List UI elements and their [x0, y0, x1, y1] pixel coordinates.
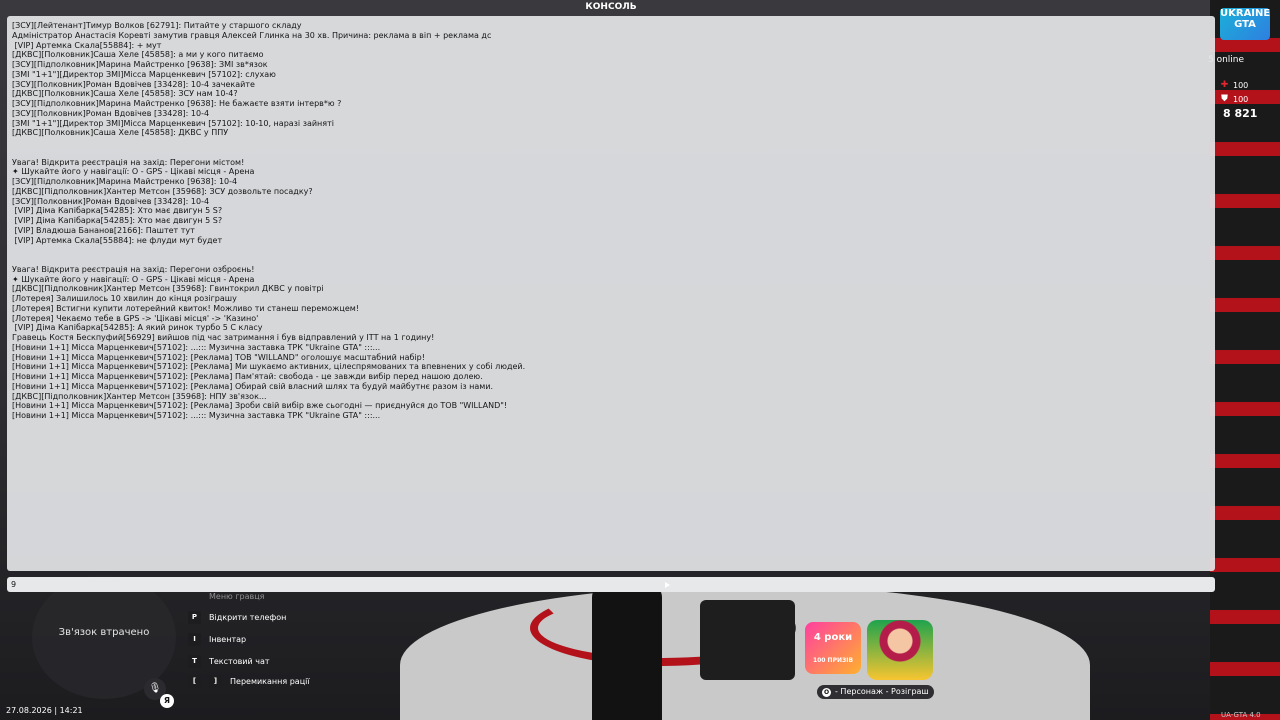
chat-line: [ЗСУ][Полковник]Роман Вдовічев [33428]: … [12, 108, 210, 118]
chat-line: [Новини 1+1] Місса Марценкевич[57102]: [… [12, 352, 425, 362]
health-stat: ✚ 100 [1220, 80, 1249, 90]
chat-line: ✦ Шукайте його у навігації: О - GPS - Ці… [12, 167, 255, 177]
chat-line: [VIP] Діма Капібарка[54285]: Хто має дви… [12, 216, 223, 225]
chat-line: Адміністратор Анастасія Коревті замутив … [12, 30, 492, 40]
promo-character-image [867, 620, 933, 680]
game-version: UA-GTA 4.0 [1221, 711, 1261, 719]
plus-icon: ✚ [1220, 80, 1229, 90]
date-time: 27.08.2026 | 14:21 [6, 706, 83, 715]
chat-line: Гравець Костя Бескпуфий[56929] вийшов пі… [12, 333, 435, 342]
key-cap: [ [188, 675, 201, 688]
anniversary-promo[interactable]: 4 роки 100 ПРИЗІВ [805, 620, 937, 684]
chat-line: [ЗСУ][Лейтенант]Тимур Волков [62791]: Пи… [12, 21, 302, 30]
chat-line: [VIP] Діма Капібарка[54285]: Хто має дви… [12, 206, 223, 216]
chat-line: [VIP] Владюша Бананов[2166]: Паштет тут [12, 225, 195, 235]
mouse-cursor [665, 582, 670, 588]
chat-line [12, 245, 1210, 255]
chat-log: [ЗСУ][Лейтенант]Тимур Волков [62791]: Пи… [12, 21, 1210, 421]
console-input[interactable] [9, 578, 1211, 591]
chat-line [12, 255, 1210, 265]
server-logo: UKRAINE GTA [1220, 8, 1270, 40]
chat-line: [Новини 1+1] Місса Марценкевич[57102]: .… [12, 411, 381, 420]
chat-line: [ДКВС][Полковник]Саша Хеле [45858]: ЗСУ … [12, 89, 238, 99]
chat-line: [ДКВС][Підполковник]Хантер Метсон [35968… [12, 284, 324, 294]
chat-line: [VIP] Артемка Скала[55884]: не флуди мут… [12, 235, 223, 245]
anniversary-badge: 4 роки 100 ПРИЗІВ [805, 622, 861, 674]
chat-line: [ЗМІ "1+1"][Директор ЗМІ]Місса Марценкев… [12, 69, 276, 79]
chat-line [12, 148, 1210, 158]
chat-line: ✦ Шукайте його у навігації: О - GPS - Ці… [12, 274, 255, 284]
console-title: КОНСОЛЬ [585, 2, 637, 12]
chat-line: [Новини 1+1] Місса Марценкевич[57102]: [… [12, 372, 483, 381]
chat-line: [Новини 1+1] Місса Марценкевич[57102]: [… [12, 401, 508, 411]
chat-line: [ЗСУ][Полковник]Роман Вдовічев [33428]: … [12, 79, 255, 89]
console-log-panel[interactable]: [ЗСУ][Лейтенант]Тимур Волков [62791]: Пи… [7, 16, 1215, 571]
console-input-bar[interactable] [7, 577, 1215, 592]
chat-line: [ЗСУ][Полковник]Роман Вдовічев [33428]: … [12, 196, 210, 206]
chat-line: [ДКВС][Полковник]Саша Хеле [45858]: а ми… [12, 50, 264, 60]
chat-line [12, 138, 1210, 148]
chat-line: [Новини 1+1] Місса Марценкевич[57102]: .… [12, 342, 381, 352]
hint-radio-switch: [ ] Перемикання рації [188, 675, 310, 688]
money-amount: 8 821 [1223, 107, 1258, 120]
chat-line: [ЗМІ "1+1"][Директор ЗМІ]Місса Марценкев… [12, 118, 334, 128]
chair [700, 600, 795, 680]
key-cap: P [188, 611, 201, 624]
chat-line: [VIP] Діма Капібарка[54285]: А який рино… [12, 323, 263, 333]
key-cap: ] [209, 675, 222, 688]
shield-icon: ⛊ [1221, 94, 1228, 104]
promo-hint: O - Персонаж - Розіграш [817, 685, 934, 699]
chat-line: Увага! Відкрита реєстрація на захід: Пер… [12, 157, 245, 167]
chat-line: [ДКВС][Підполковник]Хантер Метсон [35968… [12, 391, 267, 401]
key-cap: I [188, 633, 201, 646]
hint-text-chat: T Текстовий чат [188, 655, 270, 668]
hint-open-phone: P Відкрити телефон [188, 611, 286, 624]
chat-line: [ЗСУ][Підполковник]Марина Майстренко [96… [12, 99, 342, 108]
chat-line: [Лотерея] Встигни купити лотерейний квит… [12, 303, 359, 313]
key-cap: O [822, 687, 831, 697]
chat-line: [Новини 1+1] Місса Марценкевич[57102]: [… [12, 381, 494, 391]
chat-line: [ДКВС][Підполковник]Хантер Метсон [35968… [12, 186, 313, 196]
player-character [592, 585, 662, 720]
armor-stat: ⛊ 100 [1221, 94, 1249, 104]
chat-line: [Новини 1+1] Місса Марценкевич[57102]: [… [12, 362, 526, 372]
voice-badge: Я [160, 694, 174, 708]
chat-line: [ДКВС][Полковник]Саша Хеле [45858]: ДКВС… [12, 128, 229, 138]
chat-line: [Лотерея] Залишилось 10 хвилин до кінця … [12, 294, 237, 303]
hint-inventory: I Інвентар [188, 633, 246, 646]
chat-line: [Лотерея] Чекаємо тебе в GPS -> 'Цікаві … [12, 313, 259, 323]
chat-line: Увага! Відкрита реєстрація на захід: Пер… [12, 264, 255, 274]
chat-line: [ЗСУ][Підполковник]Марина Майстренко [96… [12, 60, 268, 69]
chat-line: [VIP] Артемка Скала[55884]: + мут [12, 40, 162, 50]
key-cap: T [188, 655, 201, 668]
connection-lost-text: Зв'язок втрачено [58, 627, 150, 638]
chat-line: [ЗСУ][Підполковник]Марина Майстренко [96… [12, 177, 238, 186]
